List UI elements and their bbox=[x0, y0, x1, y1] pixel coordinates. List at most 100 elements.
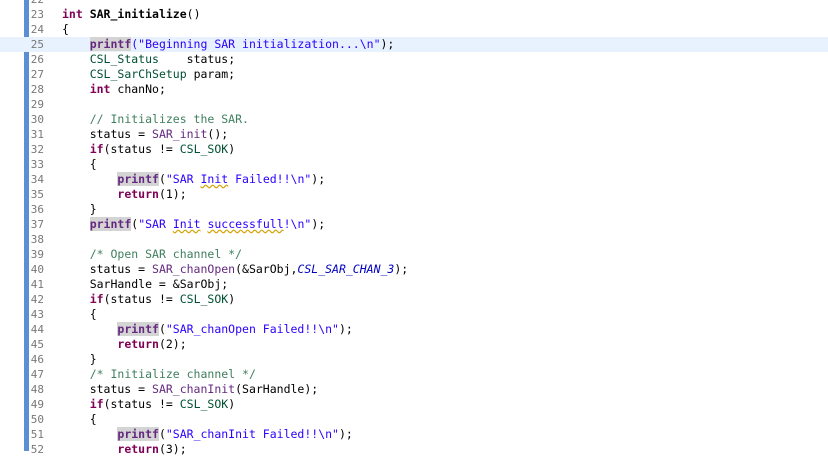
code-text: // Initializes the SAR. bbox=[62, 112, 249, 127]
code-line[interactable]: 35 return(1); bbox=[0, 187, 828, 202]
code-token: if bbox=[89, 397, 104, 411]
code-token: printf bbox=[117, 322, 159, 336]
code-text: /* Open SAR channel */ bbox=[62, 247, 242, 262]
code-line[interactable]: 23 int SAR_initialize() bbox=[0, 7, 828, 22]
code-token: (); bbox=[207, 127, 229, 141]
code-line[interactable]: 25 printf("Beginning SAR initialization.… bbox=[0, 37, 828, 52]
code-token: SAR_chanOpen bbox=[152, 262, 236, 276]
code-text: if(status != CSL_SOK) bbox=[62, 397, 235, 412]
code-token: printf bbox=[117, 427, 159, 441]
code-token: (3); bbox=[158, 442, 187, 456]
code-token: int bbox=[89, 82, 118, 96]
code-line[interactable]: 44 printf("SAR_chanOpen Failed!!\n"); bbox=[0, 322, 828, 337]
code-token: (1); bbox=[158, 187, 187, 201]
code-token: return bbox=[117, 187, 159, 201]
code-line[interactable]: 22 bbox=[0, 0, 828, 7]
code-line[interactable]: 28 int chanNo; bbox=[0, 82, 828, 97]
code-line[interactable]: 37 printf("SAR Init successfull!\n"); bbox=[0, 217, 828, 232]
code-token: CSL_SarChSetup bbox=[89, 67, 187, 81]
code-token: status; bbox=[158, 52, 236, 66]
code-line[interactable]: 43 { bbox=[0, 307, 828, 322]
code-token: Failed!!\n" bbox=[228, 172, 312, 186]
code-token: (status != bbox=[103, 142, 180, 156]
code-line[interactable]: 48 status = SAR_chanInit(SarHandle); bbox=[0, 382, 828, 397]
code-line[interactable]: 31 status = SAR_init(); bbox=[0, 127, 828, 142]
code-line[interactable]: 38 bbox=[0, 232, 828, 247]
code-token: Init bbox=[172, 217, 201, 231]
code-token: () bbox=[186, 7, 201, 21]
code-text: printf("Beginning SAR initialization...\… bbox=[62, 37, 394, 52]
code-token: "SAR bbox=[138, 217, 173, 231]
code-line[interactable]: 32 if(status != CSL_SOK) bbox=[0, 142, 828, 157]
code-text: printf("SAR_chanInit Failed!!\n"); bbox=[62, 427, 353, 442]
code-line[interactable]: 51 printf("SAR_chanInit Failed!!\n"); bbox=[0, 427, 828, 442]
code-token: } bbox=[62, 202, 97, 216]
code-text: int SAR_initialize() bbox=[62, 7, 201, 22]
code-editor[interactable]: 2223int SAR_initialize()24{25 printf("Be… bbox=[0, 0, 828, 456]
code-line[interactable]: 24{ bbox=[0, 22, 828, 37]
code-token: "SAR bbox=[165, 172, 201, 186]
code-line[interactable]: 30 // Initializes the SAR. bbox=[0, 112, 828, 127]
code-line[interactable]: 46 } bbox=[0, 352, 828, 367]
code-token: Init bbox=[200, 172, 229, 186]
code-token: param; bbox=[186, 67, 236, 81]
code-token: status = bbox=[62, 262, 153, 276]
code-token: SAR_init bbox=[152, 127, 208, 141]
code-token: ( bbox=[158, 172, 166, 186]
code-line[interactable]: 36 } bbox=[0, 202, 828, 217]
code-line[interactable]: 40 status = SAR_chanOpen(&SarObj,CSL_SAR… bbox=[0, 262, 828, 277]
code-line[interactable]: 26 CSL_Status status; bbox=[0, 52, 828, 67]
code-token: SarHandle = &SarObj; bbox=[62, 277, 229, 291]
code-token: if bbox=[89, 142, 104, 156]
code-token: (SarHandle); bbox=[235, 382, 319, 396]
code-token: (status != bbox=[103, 292, 180, 306]
code-token: successfull bbox=[207, 217, 284, 231]
code-text: { bbox=[62, 22, 69, 37]
code-line[interactable]: 27 CSL_SarChSetup param; bbox=[0, 67, 828, 82]
code-line[interactable]: 45 return(2); bbox=[0, 337, 828, 352]
code-line[interactable]: 33 { bbox=[0, 157, 828, 172]
code-token: ); bbox=[394, 262, 409, 276]
code-text: if(status != CSL_SOK) bbox=[62, 142, 235, 157]
code-text: status = SAR_init(); bbox=[62, 127, 229, 142]
code-line[interactable]: 42 if(status != CSL_SOK) bbox=[0, 292, 828, 307]
code-line[interactable]: 52 return(3); bbox=[0, 442, 828, 457]
code-line[interactable]: 47 /* Initialize channel */ bbox=[0, 367, 828, 382]
code-token: CSL_Status bbox=[89, 52, 159, 66]
code-token: (status != bbox=[103, 397, 180, 411]
code-token: return bbox=[117, 442, 159, 456]
code-token: CSL_SOK bbox=[179, 292, 229, 306]
code-text: printf("SAR Init Failed!!\n"); bbox=[62, 172, 325, 187]
code-line[interactable]: 39 /* Open SAR channel */ bbox=[0, 247, 828, 262]
code-text: printf("SAR Init successfull!\n"); bbox=[62, 217, 325, 232]
code-token: status = bbox=[62, 382, 153, 396]
code-token: /* Open SAR channel */ bbox=[89, 247, 243, 261]
code-text: { bbox=[62, 412, 97, 427]
code-text: return(1); bbox=[62, 187, 187, 202]
code-token: "SAR_chanInit Failed!!\n" bbox=[165, 427, 339, 441]
code-line[interactable]: 49 if(status != CSL_SOK) bbox=[0, 397, 828, 412]
code-token: ( bbox=[158, 322, 166, 336]
code-line[interactable]: 29 bbox=[0, 97, 828, 112]
code-text: status = SAR_chanInit(SarHandle); bbox=[62, 382, 319, 397]
code-text: CSL_SarChSetup param; bbox=[62, 67, 235, 82]
code-line[interactable]: 41 SarHandle = &SarObj; bbox=[0, 277, 828, 292]
code-token: printf bbox=[117, 172, 159, 186]
code-line[interactable]: 50 { bbox=[0, 412, 828, 427]
code-token: { bbox=[62, 22, 69, 36]
code-line[interactable]: 34 printf("SAR Init Failed!!\n"); bbox=[0, 172, 828, 187]
code-text: return(2); bbox=[62, 337, 186, 352]
code-token: } bbox=[62, 352, 97, 366]
